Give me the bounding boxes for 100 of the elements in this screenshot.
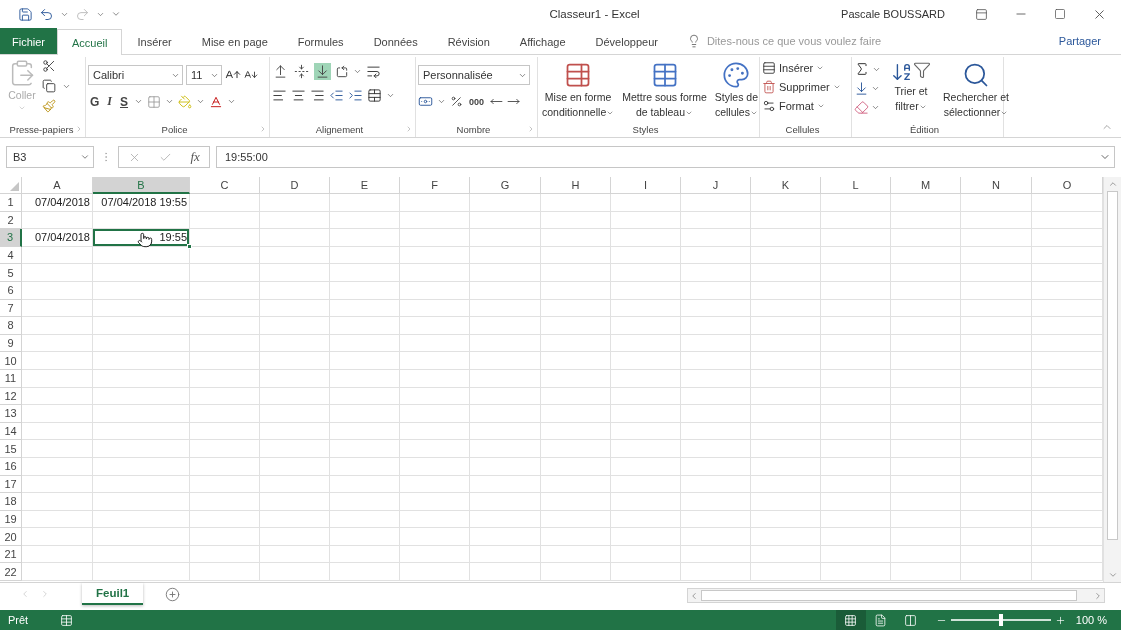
spreadsheet-cell[interactable] [260,211,330,230]
spreadsheet-cell[interactable] [751,387,821,406]
spreadsheet-cell[interactable] [93,422,190,441]
spreadsheet-cell[interactable] [611,299,681,318]
formula-field[interactable]: 19:55:00 [216,146,1115,168]
spreadsheet-cell[interactable] [400,281,470,300]
spreadsheet-cell[interactable] [330,422,400,441]
cut-icon[interactable] [42,59,56,73]
spreadsheet-cell[interactable] [400,229,470,247]
spreadsheet-cell[interactable] [751,246,821,265]
spreadsheet-cell[interactable] [961,369,1032,388]
spreadsheet-cell[interactable] [330,246,400,265]
spreadsheet-cell[interactable] [260,493,330,511]
italic-button[interactable]: I [105,94,114,109]
caret-icon[interactable] [196,97,206,106]
spreadsheet-cell[interactable] [190,493,260,511]
spreadsheet-cell[interactable] [22,352,93,370]
spreadsheet-cell[interactable] [330,211,400,230]
hand-cursor-icon[interactable] [137,232,153,249]
spreadsheet-cell[interactable] [22,457,93,476]
spreadsheet-cell[interactable] [190,246,260,265]
zoom-in-icon[interactable] [1054,614,1066,626]
styles-button[interactable]: Mettre sous forme de tableau [620,61,709,119]
spreadsheet-cell[interactable] [22,493,93,511]
column-header[interactable]: C [190,177,260,194]
spreadsheet-cell[interactable] [93,369,190,388]
spreadsheet-cell[interactable] [611,387,681,406]
spreadsheet-cell[interactable] [961,281,1032,300]
spreadsheet-cell[interactable] [541,457,611,476]
spreadsheet-cell[interactable] [961,510,1032,529]
dialog-launcher-icon[interactable] [527,125,535,133]
font-color-icon[interactable] [209,94,224,109]
spreadsheet-cell[interactable] [961,317,1032,335]
spreadsheet-cell[interactable] [260,387,330,406]
spreadsheet-cell[interactable] [751,405,821,423]
spreadsheet-cell[interactable] [470,563,541,582]
spreadsheet-cell[interactable] [330,281,400,300]
spreadsheet-cell[interactable] [891,475,961,494]
normal-view-icon[interactable] [844,613,858,627]
spreadsheet-cell[interactable] [22,387,93,406]
spreadsheet-cell[interactable] [470,440,541,458]
number-format-select[interactable]: Personnalisée [418,65,530,85]
spreadsheet-cell[interactable] [400,387,470,406]
align-bottom-icon[interactable] [315,64,330,79]
spreadsheet-cell[interactable] [681,194,751,212]
scroll-left-icon[interactable] [689,590,699,601]
spreadsheet-cell[interactable] [541,281,611,300]
spreadsheet-cell[interactable] [611,264,681,282]
spreadsheet-cell[interactable] [93,334,190,353]
spreadsheet-cell[interactable] [470,369,541,388]
caret-icon[interactable] [871,84,880,93]
spreadsheet-cell[interactable] [751,229,821,247]
spreadsheet-cell[interactable] [260,281,330,300]
spreadsheet-cell[interactable] [260,299,330,318]
spreadsheet-cell[interactable] [891,229,961,247]
spreadsheet-cell[interactable] [260,545,330,564]
spreadsheet-cell[interactable] [611,493,681,511]
spreadsheet-cell[interactable] [821,405,891,423]
column-header[interactable]: I [611,177,681,194]
fill-handle[interactable] [187,243,192,249]
spreadsheet-cell[interactable] [891,299,961,318]
spreadsheet-cell[interactable] [821,387,891,406]
spreadsheet-cell[interactable] [821,281,891,300]
spreadsheet-cell[interactable] [681,457,751,476]
spreadsheet-cell[interactable] [681,334,751,353]
spreadsheet-cell[interactable] [891,457,961,476]
spreadsheet-cell[interactable] [541,405,611,423]
column-header[interactable]: H [541,177,611,194]
spreadsheet-cell[interactable] [681,299,751,318]
spreadsheet-cell[interactable] [821,563,891,582]
column-header[interactable]: K [751,177,821,194]
caret-icon[interactable] [227,97,237,106]
spreadsheet-cell[interactable] [961,405,1032,423]
file-tab[interactable]: Fichier [0,28,57,54]
name-box[interactable]: B3 [6,146,94,168]
spreadsheet-cell[interactable] [470,457,541,476]
vertical-scrollbar[interactable] [1103,177,1121,582]
spreadsheet-cell[interactable] [22,475,93,494]
caret-icon[interactable] [832,83,841,91]
caret-icon[interactable] [353,67,362,76]
spreadsheet-cell[interactable] [681,545,751,564]
orientation-icon[interactable] [335,64,349,79]
spreadsheet-cell[interactable] [400,528,470,546]
spreadsheet-cell[interactable] [400,299,470,318]
merge-icon[interactable] [367,88,382,103]
caret-icon[interactable] [816,102,825,110]
spreadsheet-cell[interactable] [541,475,611,494]
spreadsheet-cell[interactable] [190,528,260,546]
row-header[interactable]: 22 [0,563,22,582]
spreadsheet-cell[interactable] [330,264,400,282]
delete-icon[interactable] [762,80,776,94]
spreadsheet-cell[interactable]: 07/04/2018 19:55 [93,194,190,212]
align-top-icon[interactable] [273,64,288,79]
spreadsheet-cell[interactable] [22,563,93,582]
spreadsheet-cell[interactable] [751,264,821,282]
spreadsheet-cell[interactable] [470,281,541,300]
spreadsheet-cell[interactable] [330,194,400,212]
spreadsheet-cell[interactable] [330,405,400,423]
column-header[interactable]: B [93,177,190,194]
spreadsheet-cell[interactable] [681,475,751,494]
